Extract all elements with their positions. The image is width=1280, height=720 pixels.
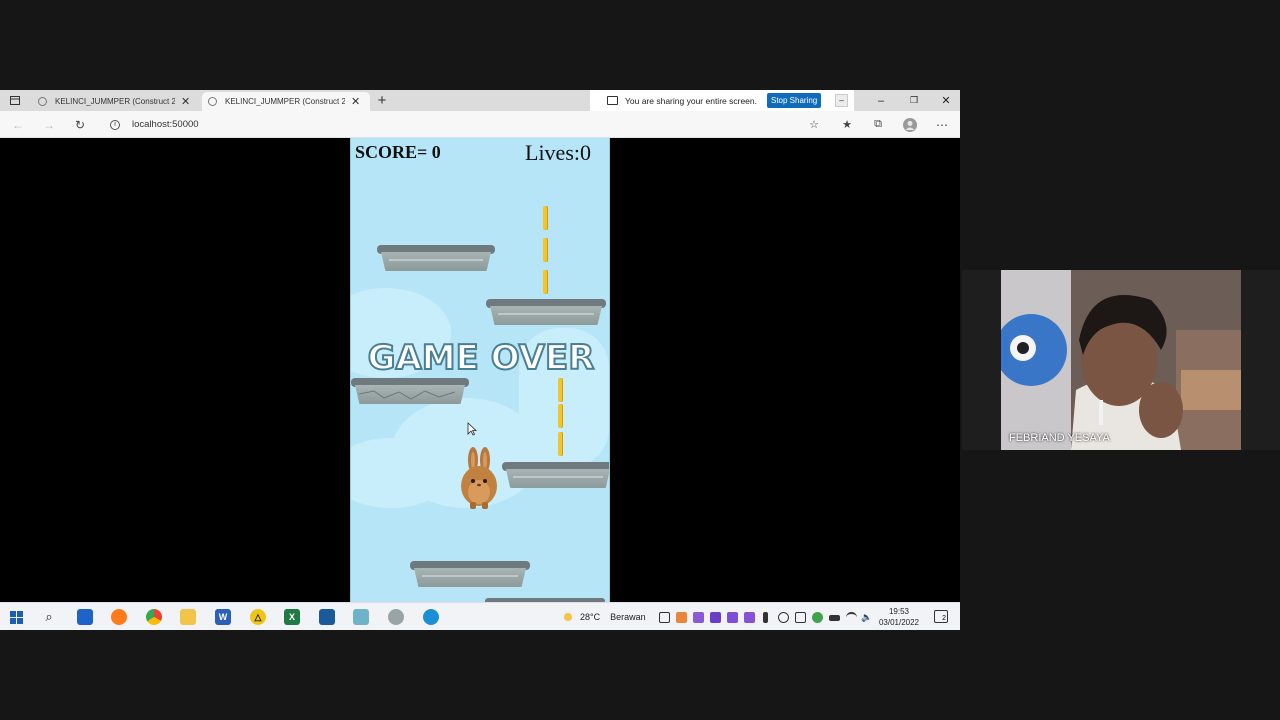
collections-icon[interactable]: ⧉ — [870, 111, 886, 138]
tray-app-icon[interactable] — [812, 612, 823, 623]
store-icon[interactable] — [77, 609, 93, 625]
word-icon[interactable]: W — [215, 609, 231, 625]
screen-sharing-bar: You are sharing your entire screen. Stop… — [590, 90, 854, 111]
weather-cloud-sun-icon — [562, 611, 574, 623]
shared-screen: KELINCI_JUMMPER (Construct 2 ✕ KELINCI_J… — [0, 90, 960, 630]
close-tab-icon[interactable]: ✕ — [181, 95, 190, 108]
minimize-button[interactable]: – — [872, 90, 890, 111]
photos-icon[interactable] — [319, 609, 335, 625]
game-canvas[interactable]: SCORE= 0 Lives:0 GAME OVER — [350, 138, 610, 602]
close-window-button[interactable]: ✕ — [937, 90, 955, 111]
tray-app-icon[interactable] — [795, 612, 806, 623]
gold-coin — [558, 404, 563, 428]
construct-icon[interactable] — [353, 609, 369, 625]
game-over-text: GAME OVER — [367, 337, 596, 379]
tray-app-icon[interactable] — [676, 612, 687, 623]
tab-actions-icon[interactable] — [6, 90, 24, 111]
cracked-platform — [351, 378, 469, 404]
gold-coin — [558, 378, 563, 402]
stone-platform — [410, 561, 530, 587]
bunny-character — [461, 447, 497, 509]
start-windows-icon[interactable] — [8, 609, 24, 625]
app-triangle-icon[interactable]: △ — [250, 609, 266, 625]
url-text: localhost:50000 — [132, 119, 199, 130]
webcam-video: FEBRIAND YESAYA — [1001, 270, 1241, 450]
restore-button[interactable]: ❐ — [905, 90, 923, 111]
weather-description: Berawan — [610, 612, 646, 622]
windows-taskbar: ⌕ W △ X 28°C Berawan 🔈 19:53 03/01/2022 … — [0, 602, 960, 630]
search-icon[interactable]: ⌕ — [41, 609, 57, 625]
chrome-icon[interactable] — [146, 609, 162, 625]
settings-gear-icon[interactable] — [388, 609, 404, 625]
tab-title: KELINCI_JUMMPER (Construct 2 — [55, 97, 175, 106]
tab-favicon-icon — [38, 97, 47, 106]
hide-bar-icon[interactable]: – — [835, 94, 848, 107]
notification-center-icon[interactable]: 2 — [934, 610, 948, 623]
profile-avatar[interactable] — [902, 111, 918, 138]
webcam-feed-image — [1001, 270, 1241, 450]
tray-pen-icon[interactable] — [693, 612, 704, 623]
stop-sharing-button[interactable]: Stop Sharing — [767, 93, 822, 108]
close-tab-icon[interactable]: ✕ — [351, 95, 360, 108]
favorites-icon[interactable]: ★ — [839, 111, 855, 138]
stone-platform — [486, 299, 606, 325]
more-menu-icon[interactable]: ⋯ — [934, 111, 950, 138]
gold-coin — [558, 432, 563, 456]
weather-temperature: 28°C — [580, 612, 601, 622]
reload-icon[interactable]: ↻ — [72, 111, 88, 138]
system-clock[interactable]: 19:53 03/01/2022 — [868, 606, 930, 628]
stone-platform — [377, 245, 495, 271]
address-bar: ← → ↻ i localhost:50000 ☆ ★ ⧉ ⋯ — [0, 111, 960, 138]
page-viewport: SCORE= 0 Lives:0 GAME OVER — [0, 138, 960, 602]
gold-coin — [543, 238, 548, 262]
add-favorite-icon[interactable]: ☆ — [806, 111, 822, 138]
gold-coin — [543, 270, 548, 294]
tab-favicon-icon — [208, 97, 217, 106]
weather-widget[interactable]: 28°C Berawan — [562, 603, 646, 630]
stone-platform — [502, 462, 609, 488]
tray-app-icon[interactable] — [659, 612, 670, 623]
tray-app-icon[interactable] — [778, 612, 789, 623]
microphone-icon[interactable] — [763, 612, 768, 623]
tray-app-icon[interactable] — [744, 612, 755, 623]
clock-time: 19:53 — [888, 607, 910, 616]
share-screen-icon — [607, 96, 618, 105]
browser-titlebar: KELINCI_JUMMPER (Construct 2 ✕ KELINCI_J… — [0, 90, 960, 111]
tray-app-icon[interactable] — [727, 612, 738, 623]
forward-arrow-icon[interactable]: → — [41, 111, 57, 138]
back-arrow-icon[interactable]: ← — [10, 111, 26, 138]
tab-kelinci-2[interactable]: KELINCI_JUMMPER (Construct 2 ✕ — [202, 92, 370, 111]
url-field[interactable]: i localhost:50000 — [102, 114, 828, 135]
file-explorer-icon[interactable] — [180, 609, 196, 625]
excel-icon[interactable]: X — [284, 609, 300, 625]
wifi-icon[interactable] — [846, 612, 857, 623]
mouse-cursor-icon — [467, 422, 477, 436]
firefox-icon[interactable] — [111, 609, 127, 625]
new-tab-button[interactable]: + — [374, 91, 390, 109]
tab-kelinci-1[interactable]: KELINCI_JUMMPER (Construct 2 ✕ — [32, 92, 200, 111]
clock-date: 03/01/2022 — [878, 618, 920, 627]
lives-display: Lives:0 — [525, 140, 591, 165]
participant-name: FEBRIAND YESAYA — [1009, 432, 1110, 444]
score-display: SCORE= 0 — [355, 142, 441, 162]
tab-title: KELINCI_JUMMPER (Construct 2 — [225, 97, 345, 106]
site-info-icon[interactable]: i — [110, 119, 120, 130]
gold-coin — [543, 206, 548, 230]
sharing-message: You are sharing your entire screen. — [625, 95, 757, 106]
tray-meet-icon[interactable] — [710, 612, 721, 623]
meeting-stage: KELINCI_JUMMPER (Construct 2 ✕ KELINCI_J… — [0, 0, 1280, 720]
battery-icon[interactable] — [829, 615, 840, 621]
edge-icon[interactable] — [423, 609, 439, 625]
